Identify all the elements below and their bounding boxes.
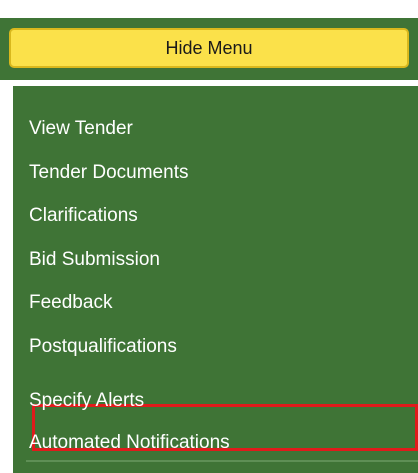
menu-item-specify-alerts[interactable]: Specify Alerts [29,389,144,413]
menu-item-view-tender[interactable]: View Tender [29,117,133,141]
menu-items: View Tender Tender Documents Clarificati… [13,86,418,473]
menu-item-tender-documents[interactable]: Tender Documents [29,161,188,185]
menu-item-bid-submission[interactable]: Bid Submission [29,248,160,272]
hide-menu-button[interactable]: Hide Menu [9,28,409,68]
menu-item-postqualifications[interactable]: Postqualifications [29,335,177,359]
menu-item-automated-notifications[interactable]: Automated Notifications [29,431,230,455]
menu-divider [26,460,418,462]
menu-item-clarifications[interactable]: Clarifications [29,204,138,228]
side-menu: Hide Menu View Tender Tender Documents C… [0,0,418,473]
menu-item-feedback[interactable]: Feedback [29,291,112,315]
